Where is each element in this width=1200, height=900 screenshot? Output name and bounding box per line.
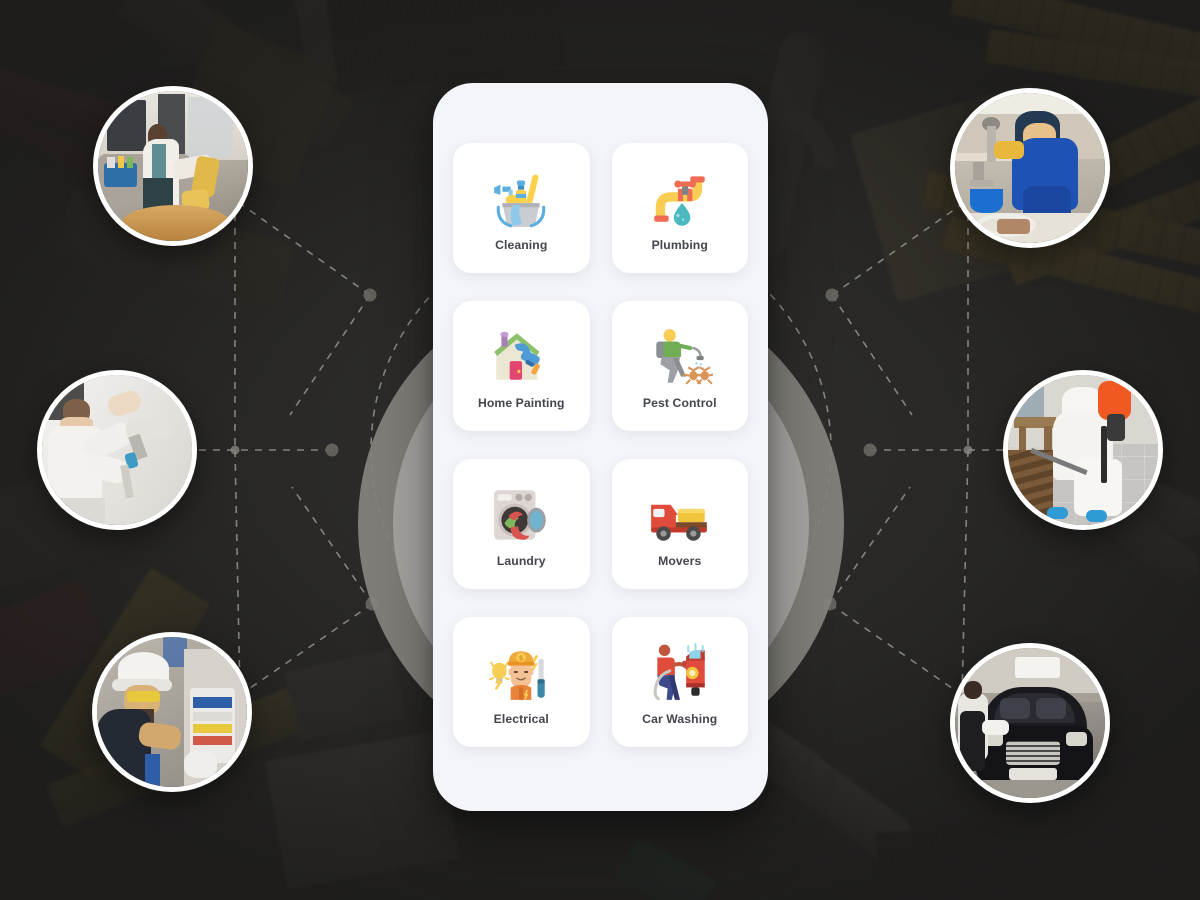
service-card-electrical[interactable]: $ Electrical	[453, 617, 590, 747]
service-label: Pest Control	[642, 396, 717, 410]
spoke-to-electrical	[239, 603, 373, 696]
house-paint-roller-icon	[486, 322, 556, 392]
spoke-cleaning-down	[289, 294, 371, 416]
service-label: Home Painting	[477, 396, 565, 410]
service-card-car-washing[interactable]: Car Washing	[611, 617, 748, 747]
service-label: Laundry	[496, 554, 546, 568]
network-node	[363, 288, 377, 302]
network-node	[863, 443, 877, 457]
cleaning-bucket-icon	[486, 164, 556, 234]
painting-photo[interactable]	[37, 370, 197, 530]
service-label: Electrical	[493, 712, 549, 726]
spoke-plumbing-down	[831, 294, 913, 416]
phone-mockup: Cleaning Plumbing Home Painting Pest Con…	[433, 83, 768, 811]
service-label: Movers	[658, 554, 702, 568]
service-card-laundry[interactable]: Laundry	[453, 459, 590, 589]
network-junction	[963, 445, 973, 455]
spoke-to-cleaning	[234, 199, 371, 296]
plumbing-pipe-icon	[645, 164, 715, 234]
svg-text:$: $	[519, 654, 523, 663]
spoke-to-plumbing	[831, 199, 969, 296]
service-label: Plumbing	[651, 238, 708, 252]
moving-truck-icon	[645, 480, 715, 550]
network-junction	[230, 445, 240, 455]
service-card-home-painting[interactable]: Home Painting	[453, 301, 590, 431]
electrician-icon: $	[486, 638, 556, 708]
electrical-photo[interactable]	[92, 632, 252, 792]
network-node	[325, 443, 339, 457]
service-label: Car Washing	[642, 712, 718, 726]
screenshot-stage: Cleaning Plumbing Home Painting Pest Con…	[0, 0, 1200, 900]
pest-sprayer-icon	[645, 322, 715, 392]
service-card-movers[interactable]: Movers	[611, 459, 748, 589]
car-wash-icon	[645, 638, 715, 708]
washing-machine-icon	[486, 480, 556, 550]
service-card-cleaning[interactable]: Cleaning	[453, 143, 590, 273]
service-card-pest-control[interactable]: Pest Control	[611, 301, 748, 431]
plumbing-photo[interactable]	[950, 88, 1110, 248]
spoke-to-carwash	[829, 603, 963, 696]
service-card-plumbing[interactable]: Plumbing	[611, 143, 748, 273]
network-node	[825, 288, 839, 302]
carwash-photo[interactable]	[950, 643, 1110, 803]
service-label: Cleaning	[495, 238, 548, 252]
pest-control-photo[interactable]	[1003, 370, 1163, 530]
service-grid: Cleaning Plumbing Home Painting Pest Con…	[453, 143, 748, 747]
cleaning-photo[interactable]	[93, 86, 253, 246]
